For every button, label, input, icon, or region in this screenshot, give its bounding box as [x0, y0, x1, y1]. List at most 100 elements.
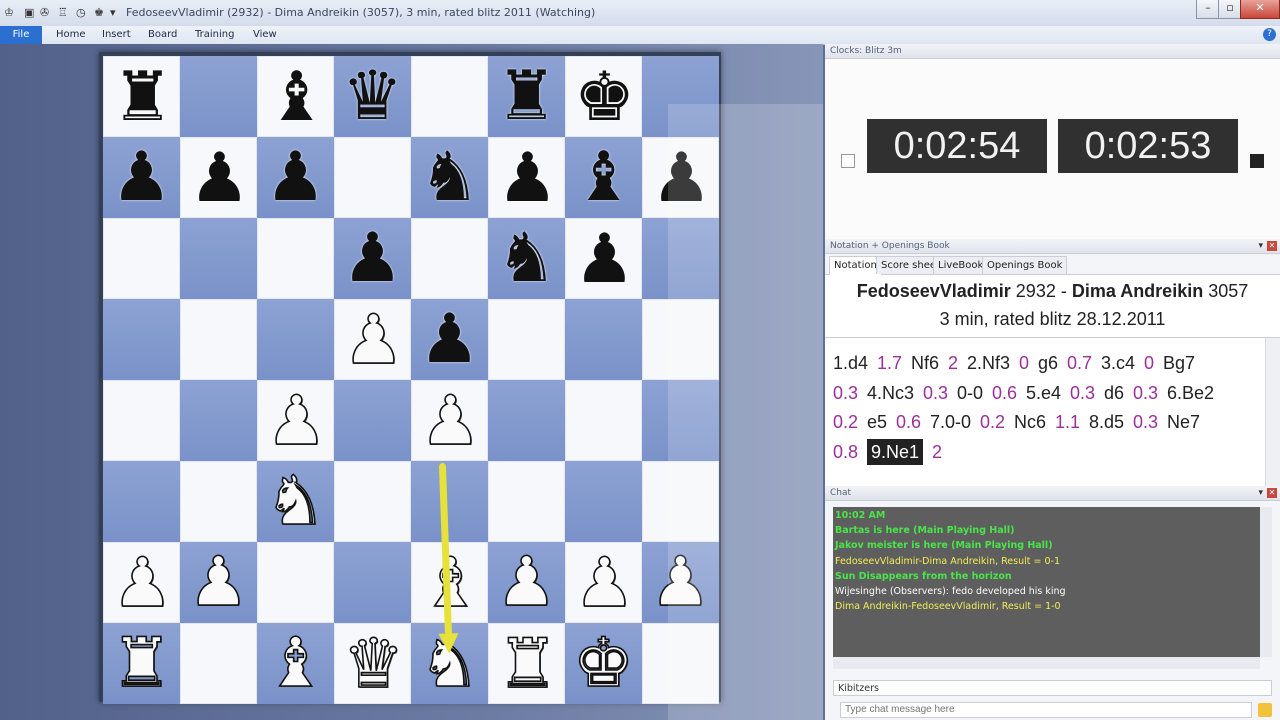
square-f6[interactable]: ♞ — [488, 218, 565, 299]
square-b6[interactable] — [180, 218, 257, 299]
clock-icon[interactable]: ◷ — [76, 5, 86, 20]
black-bishop-icon[interactable]: ♝ — [565, 137, 642, 218]
tab-board[interactable]: Board — [148, 26, 177, 44]
move[interactable]: Bg7 — [1163, 350, 1195, 376]
square-d6[interactable]: ♟ — [334, 218, 411, 299]
move[interactable]: 5.e4 — [1026, 380, 1061, 406]
tab-insert[interactable]: Insert — [102, 26, 131, 44]
move[interactable]: Nc6 — [1014, 409, 1046, 435]
square-d2[interactable] — [334, 542, 411, 623]
panel-close-icon[interactable]: ✕ — [1267, 241, 1277, 251]
tab-openings-book[interactable]: Openings Book — [982, 256, 1068, 274]
panel-menu-icon[interactable]: ▾ — [1258, 239, 1263, 253]
tab-notation[interactable]: Notation — [829, 256, 882, 275]
maximize-button[interactable]: ▫ — [1218, 0, 1242, 19]
square-e1[interactable]: ♞ — [411, 623, 488, 704]
square-b7[interactable]: ♟ — [180, 137, 257, 218]
square-d1[interactable]: ♛ — [334, 623, 411, 705]
square-f2[interactable]: ♟ — [488, 542, 565, 623]
square-c8[interactable]: ♝ — [257, 56, 334, 137]
move[interactable]: d6 — [1104, 380, 1124, 406]
help-icon[interactable]: ? — [1263, 28, 1276, 41]
square-d3[interactable] — [334, 461, 411, 542]
black-knight-icon[interactable]: ♞ — [488, 218, 565, 299]
black-pawn-icon[interactable]: ♟ — [566, 219, 643, 300]
square-a8[interactable]: ♜ — [103, 56, 180, 137]
square-c6[interactable] — [257, 218, 334, 299]
white-pawn-icon[interactable]: ♟ — [566, 543, 643, 624]
move[interactable]: Ne7 — [1167, 409, 1200, 435]
square-b2[interactable]: ♟ — [180, 542, 257, 623]
chat-scrollbar[interactable] — [1260, 507, 1272, 657]
tab-training[interactable]: Training — [195, 26, 234, 44]
square-b4[interactable] — [180, 380, 257, 461]
customize-icon[interactable]: ▾ — [110, 5, 116, 20]
square-g2[interactable]: ♟ — [565, 542, 643, 624]
black-bishop-icon[interactable]: ♝ — [258, 57, 335, 138]
square-f1[interactable]: ♜ — [488, 623, 566, 705]
chat-panel-menu-icon[interactable]: ▾ — [1258, 486, 1263, 500]
white-rook-icon[interactable]: ♜ — [489, 624, 566, 705]
move[interactable]: 6.Be2 — [1167, 380, 1214, 406]
black-knight-icon[interactable]: ♞ — [411, 137, 488, 218]
square-a7[interactable]: ♟ — [103, 137, 180, 218]
square-g6[interactable]: ♟ — [565, 218, 642, 299]
send-icon[interactable] — [1258, 703, 1272, 717]
white-pawn-icon[interactable]: ♟ — [488, 542, 565, 623]
chat-message-input[interactable] — [840, 702, 1252, 718]
square-d5[interactable]: ♟ — [334, 299, 411, 381]
save-icon[interactable]: ▣ — [24, 5, 34, 20]
square-e3[interactable] — [411, 461, 488, 542]
move[interactable]: 3.c4 — [1101, 350, 1135, 376]
move[interactable]: e5 — [867, 409, 887, 435]
square-g8[interactable]: ♚ — [565, 56, 642, 137]
square-g4[interactable] — [565, 380, 642, 461]
white-knight-icon[interactable]: ♞ — [257, 461, 334, 542]
black-pawn-icon[interactable]: ♟ — [181, 138, 258, 219]
move-list-scrollbar[interactable] — [1265, 338, 1280, 486]
move[interactable]: g6 — [1038, 350, 1058, 376]
square-d8[interactable]: ♛ — [334, 56, 411, 137]
square-c2[interactable] — [257, 542, 334, 623]
black-queen-icon[interactable]: ♛ — [334, 56, 411, 137]
move[interactable]: 1.d4 — [833, 350, 868, 376]
square-b8[interactable] — [180, 56, 257, 137]
engine-icon[interactable]: ✇ — [40, 5, 49, 20]
move[interactable]: 2.Nf3 — [967, 350, 1010, 376]
square-e6[interactable] — [411, 218, 488, 299]
square-f5[interactable] — [488, 299, 565, 380]
black-pawn-icon[interactable]: ♟ — [334, 218, 411, 299]
current-move[interactable]: 9.Ne1 — [867, 438, 924, 465]
square-g5[interactable] — [565, 299, 642, 380]
move[interactable]: Nf6 — [911, 350, 939, 376]
white-king-icon[interactable]: ♚ — [565, 623, 642, 704]
square-c3[interactable]: ♞ — [257, 461, 334, 542]
white-pawn-icon[interactable]: ♟ — [258, 381, 335, 462]
square-a4[interactable] — [103, 380, 180, 461]
square-f8[interactable]: ♜ — [488, 56, 565, 137]
square-b3[interactable] — [180, 461, 257, 542]
square-e2[interactable]: ♝ — [411, 542, 488, 624]
close-button[interactable]: ✕ — [1240, 0, 1280, 19]
move[interactable]: 7.0-0 — [930, 409, 971, 435]
square-c7[interactable]: ♟ — [257, 137, 334, 218]
black-pawn-icon[interactable]: ♟ — [489, 138, 566, 219]
square-a6[interactable] — [103, 218, 180, 299]
kibitzers-dropdown[interactable]: Kibitzers — [833, 680, 1272, 696]
white-pawn-icon[interactable]: ♟ — [412, 381, 489, 462]
tab-view[interactable]: View — [253, 26, 277, 44]
square-e7[interactable]: ♞ — [411, 137, 488, 218]
flip-icon[interactable]: ♚ — [94, 5, 104, 20]
chat-panel-close-icon[interactable]: ✕ — [1267, 488, 1277, 498]
square-b5[interactable] — [180, 299, 257, 380]
black-pawn-icon[interactable]: ♟ — [257, 137, 334, 218]
chat-horizontal-scrollbar[interactable] — [833, 657, 1260, 669]
square-e8[interactable] — [411, 56, 488, 137]
tab-home[interactable]: Home — [56, 26, 86, 44]
tab-file[interactable]: File — [0, 26, 42, 44]
square-a2[interactable]: ♟ — [103, 542, 180, 624]
tab-livebook[interactable]: LiveBook — [933, 256, 989, 274]
white-bishop-icon[interactable]: ♝ — [257, 623, 334, 704]
square-g1[interactable]: ♚ — [565, 623, 642, 704]
black-pawn-icon[interactable]: ♟ — [411, 299, 488, 380]
